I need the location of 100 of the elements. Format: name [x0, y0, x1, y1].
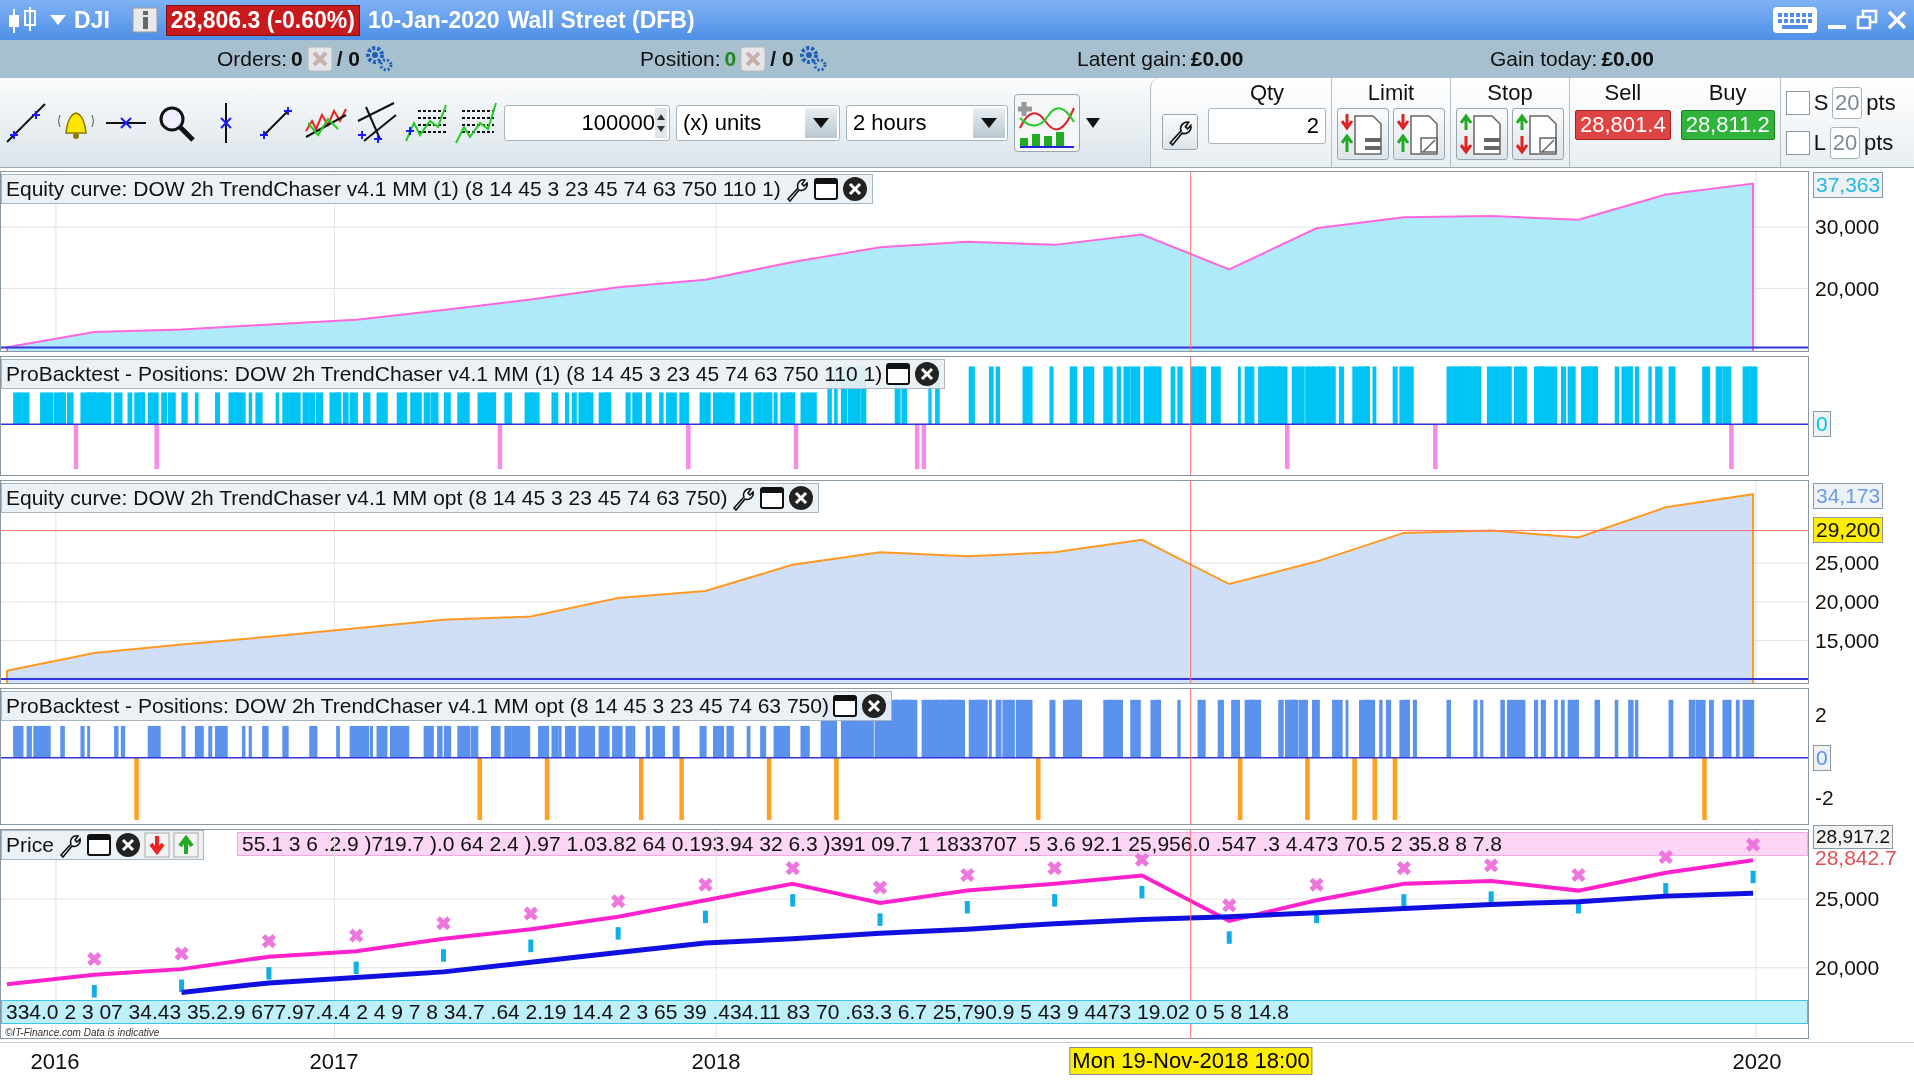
year-label: 2018 [691, 1049, 741, 1075]
points-field[interactable]: 20 [1832, 86, 1863, 119]
sell-signal-icon [173, 945, 190, 962]
year-label: 2016 [30, 1049, 80, 1075]
gears-icon[interactable] [364, 45, 395, 73]
sell-signal-icon [1395, 860, 1412, 876]
close-icon[interactable] [114, 832, 141, 858]
close-icon[interactable] [841, 176, 868, 202]
period-select[interactable]: 2 hours [846, 104, 1008, 141]
orders-label: Orders: [217, 47, 287, 71]
cursor-value-label: 29,200 [1813, 517, 1884, 544]
position-pending: / 0 [770, 47, 794, 71]
sell-signal-icon [1483, 857, 1500, 874]
buy-signal-icon [1750, 870, 1756, 884]
sell-signal-icon [1221, 897, 1238, 913]
window-icon[interactable] [885, 361, 912, 387]
zero-label: 0 [1813, 744, 1831, 771]
order-document-icon [1397, 112, 1441, 156]
sell-signal-icon [1308, 876, 1325, 893]
qty-label: Qty [1249, 80, 1285, 106]
sell-label: Sell [1604, 80, 1642, 106]
spinner-icon[interactable] [655, 107, 667, 138]
buy-signal-icon [1575, 901, 1581, 914]
sell-signal-icon [1745, 837, 1761, 853]
buy-button[interactable]: 28,811.2 [1680, 110, 1775, 140]
sell-signal-icon [86, 951, 103, 967]
limit-order-button[interactable] [1337, 108, 1389, 160]
window-icon[interactable] [831, 693, 858, 719]
buy-signal-icon [1488, 891, 1494, 904]
settings-button[interactable] [1162, 113, 1198, 150]
symbol-name[interactable]: DJI [74, 6, 110, 34]
sell-signal-icon [1046, 860, 1063, 876]
stop-order-button[interactable] [1456, 108, 1508, 160]
keyboard-icon[interactable] [1772, 5, 1818, 35]
checkbox[interactable] [1785, 90, 1810, 115]
sell-signal-icon [348, 927, 365, 944]
close-icon[interactable] [914, 361, 941, 387]
levels-icon[interactable] [454, 100, 498, 145]
sell-signal-icon [959, 867, 976, 883]
close-icon[interactable] [860, 693, 887, 719]
buy-signal-icon [266, 967, 272, 980]
instrument-name: Wall Street (DFB) [507, 6, 695, 34]
wrench-icon[interactable] [730, 485, 757, 511]
window-icon[interactable] [85, 832, 112, 858]
signal-values-strip: 55.1 3 6 .2.9 )719.7 ).0 64 2.4 ).97 1.03.82 64 0.193.94 32 6.3 )391 09.7 1 1833707 .5 3.6 92.1 25,956.0 .547 .3 4.473 70.5 2 35.8 8 7.8 [237, 832, 1808, 856]
gears-icon[interactable] [797, 45, 828, 73]
sell-button[interactable]: 28,801.4 [1575, 110, 1671, 140]
buy-signal-icon [702, 910, 708, 924]
panel-title: Equity curve: DOW 2h TrendChaser v4.1 MM (1) (8 14 45 3 23 45 74 63 750 110 1) [6, 177, 781, 201]
unit-label: pts [1866, 89, 1896, 116]
close-icon[interactable] [788, 485, 815, 511]
axis-label: 20,000 [1814, 956, 1881, 981]
window-icon[interactable] [812, 176, 839, 202]
buy-signal-icon [1401, 894, 1407, 907]
sell-signal-icon [697, 876, 714, 893]
window-icon[interactable] [759, 485, 786, 511]
option-label: L [1813, 129, 1826, 156]
axis-label: 20,000 [1814, 276, 1881, 301]
buy-signal-icon [1139, 885, 1145, 899]
buy-signal-icon [615, 927, 621, 940]
gain-today-label: Gain today: [1490, 47, 1598, 71]
last-value-label: 37,363 [1813, 172, 1884, 199]
qty-field[interactable]: 2 [1208, 108, 1326, 144]
buy-signal-icon [1052, 894, 1058, 907]
sell-signal-icon [261, 933, 277, 949]
sell-signal-icon [784, 860, 801, 876]
axis-label: 25,000 [1814, 886, 1881, 911]
limit-order-button[interactable] [1393, 108, 1445, 160]
limit-label: Limit [1367, 80, 1415, 106]
buy-signal-icon [790, 894, 796, 907]
trend-line-icon[interactable] [4, 100, 48, 145]
unit-label: pts [1863, 129, 1894, 156]
buy-signal-icon [179, 979, 185, 992]
gain-today-value: £0.00 [1601, 47, 1654, 71]
axis-label: 25,000 [1814, 550, 1881, 575]
caret-icon[interactable] [1086, 117, 1100, 128]
panel-title: ProBacktest - Positions: DOW 2h TrendChaser v4.1 MM (1) (8 14 45 3 23 45 74 63 750 110 1) [6, 362, 883, 386]
position-count: 0 [724, 47, 737, 71]
info-icon[interactable] [131, 7, 158, 33]
quantity-field[interactable]: 100000 [504, 104, 670, 141]
buy-signal-icon [1663, 883, 1669, 896]
orders-count: 0 [291, 47, 303, 71]
checkbox[interactable] [1785, 130, 1810, 155]
buy-signal-icon [353, 961, 359, 975]
order-document-icon [1460, 112, 1504, 156]
restore-icon[interactable] [1856, 9, 1878, 31]
points-field[interactable]: 20 [1829, 126, 1860, 159]
stop-label: Stop [1487, 80, 1533, 106]
price-change-badge: 28,806.3 (-0.60%) [165, 4, 360, 36]
caret-icon [981, 117, 997, 128]
units-select[interactable]: (x) units [676, 104, 840, 141]
add-indicator-button[interactable] [1014, 93, 1080, 152]
stop-order-button[interactable] [1512, 108, 1564, 160]
buy-signal-icon [877, 913, 883, 926]
panel-title: Equity curve: DOW 2h TrendChaser v4.1 MM opt (8 14 45 3 23 45 74 63 750) [6, 486, 728, 510]
axis-label: 15,000 [1814, 629, 1881, 654]
caret-icon [813, 117, 829, 128]
buy-signal-icon [1226, 931, 1232, 944]
sell-signal-icon [1570, 867, 1587, 883]
axis-label: -2 [1814, 785, 1835, 810]
